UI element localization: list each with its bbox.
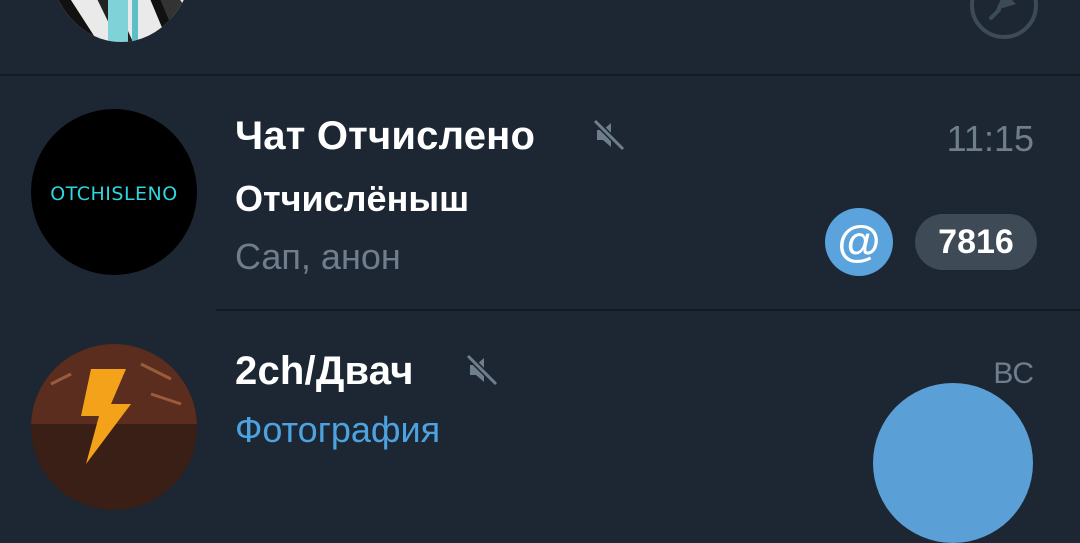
compose-fab[interactable]	[873, 383, 1033, 543]
chat-title: 2ch/Двач	[235, 349, 414, 393]
chat-time: 11:15	[946, 118, 1034, 159]
avatar-logo-text: OTCHISLENO	[50, 183, 177, 205]
avatar-otchisleno: OTCHISLENO	[31, 109, 197, 275]
mention-badge[interactable]: @	[825, 208, 893, 276]
mute-icon	[592, 118, 626, 152]
avatar-image	[48, 0, 194, 42]
avatar-2ch	[31, 344, 197, 510]
chat-time: ВС	[993, 357, 1034, 390]
chat-row-otchisleno[interactable]: OTCHISLENO Чат Отчислено 11:15 Отчислёны…	[0, 76, 1080, 310]
pin-icon	[969, 0, 1039, 40]
chat-title: Чат Отчислено	[235, 114, 536, 158]
unread-count-badge: 7816	[915, 214, 1037, 270]
avatar-previous-chat[interactable]	[48, 0, 194, 42]
mute-icon	[465, 353, 499, 387]
chat-last-message: Сап, анон	[235, 236, 401, 277]
chat-last-sender: Отчислёныш	[235, 178, 470, 219]
at-icon: @	[837, 217, 881, 266]
chat-last-message-media: Фотография	[235, 409, 441, 450]
